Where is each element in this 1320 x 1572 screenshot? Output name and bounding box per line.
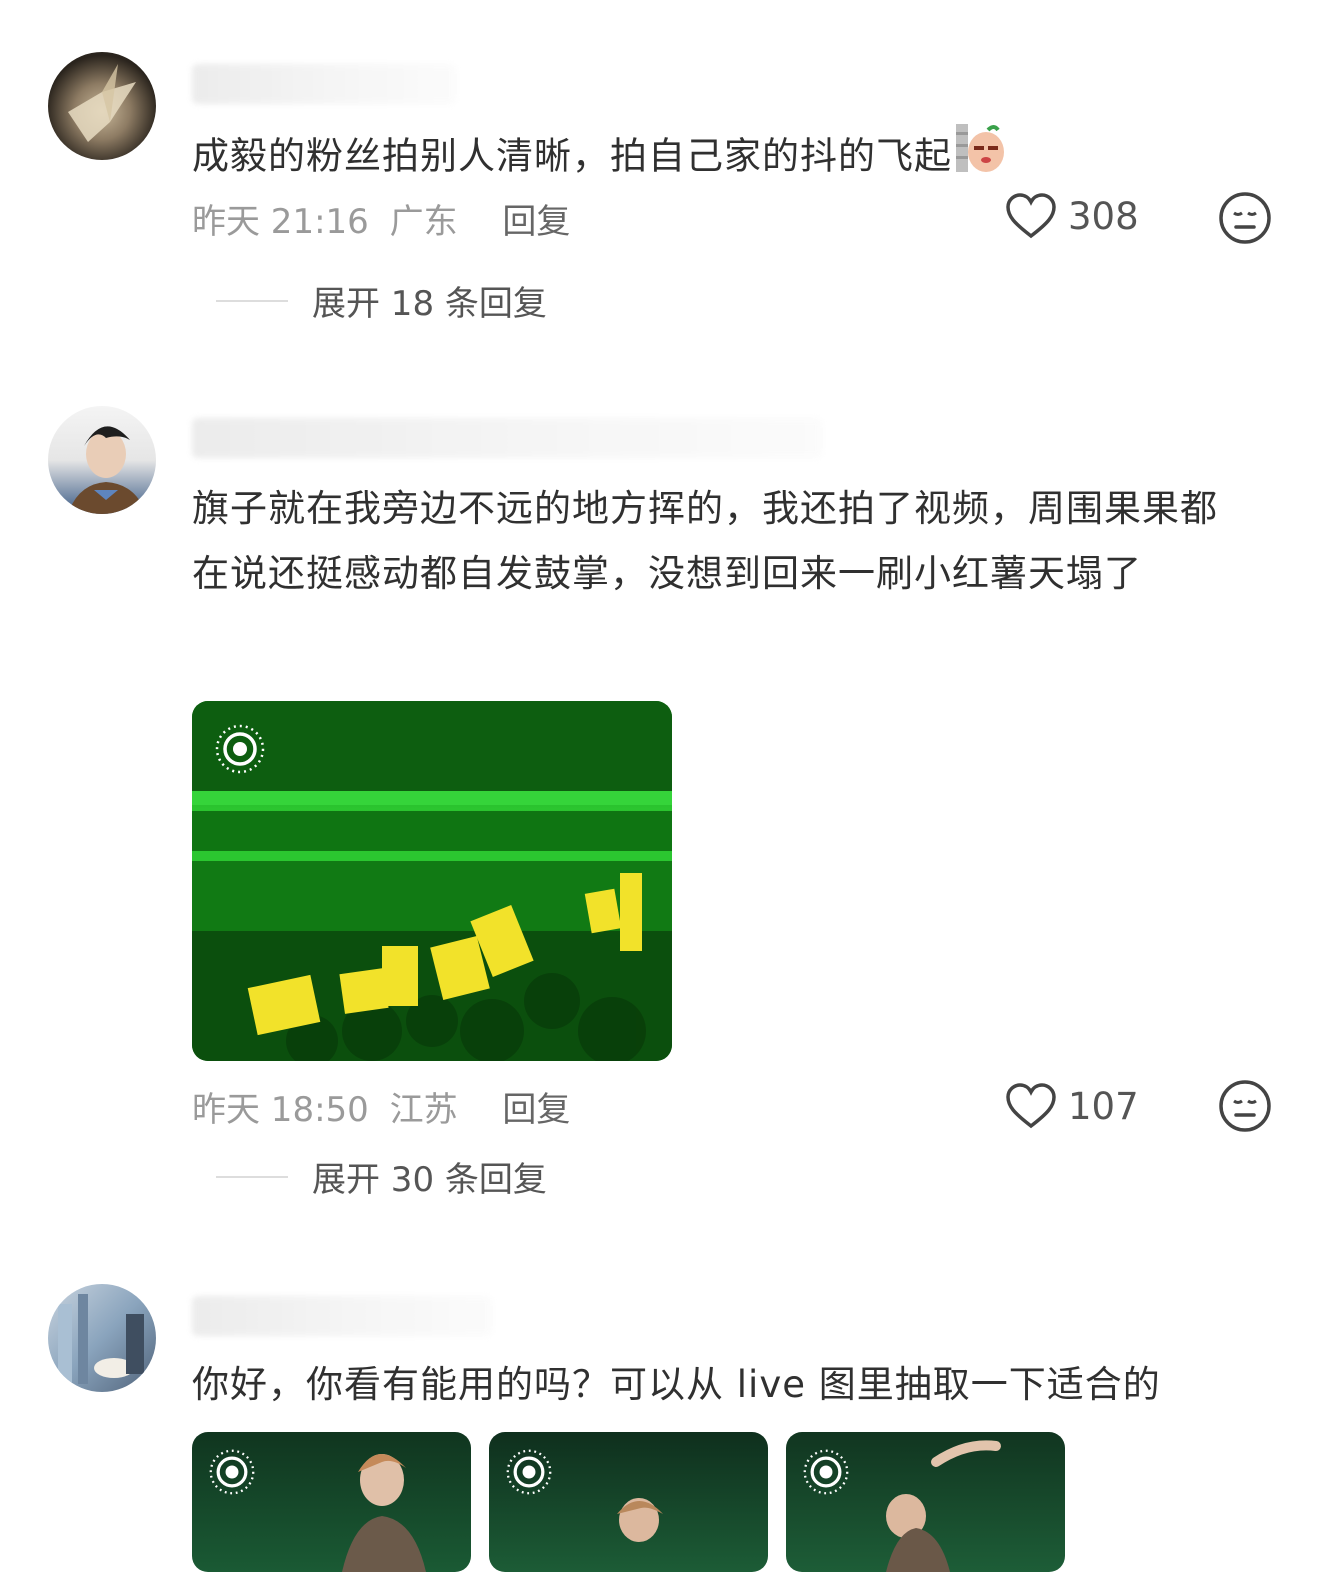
timestamp: 昨天 18:50 xyxy=(192,1090,369,1130)
live-photo-icon xyxy=(215,724,265,774)
like-button[interactable]: 308 xyxy=(1004,192,1139,240)
neutral-face-icon[interactable] xyxy=(1217,190,1273,246)
neutral-face-icon[interactable] xyxy=(1217,1078,1273,1134)
live-photo-icon xyxy=(803,1449,849,1495)
avatar[interactable] xyxy=(48,406,156,514)
paper-crane-icon xyxy=(68,64,136,142)
comment-text: 成毅的粉丝拍别人清晰，拍自己家的抖的飞起 xyxy=(192,122,1252,194)
person-photo-icon xyxy=(68,426,146,514)
comment-text: 你好，你看有能用的吗？可以从 live 图里抽取一下适合的 xyxy=(192,1363,1161,1406)
username-blurred[interactable] xyxy=(192,64,456,104)
expand-replies-label: 展开 18 条回复 xyxy=(312,284,547,324)
location: 江苏 xyxy=(389,1090,458,1130)
like-count: 308 xyxy=(1068,194,1139,238)
like-button[interactable]: 107 xyxy=(1004,1082,1139,1130)
fan-flag xyxy=(620,873,642,951)
username-blurred[interactable] xyxy=(192,418,822,458)
divider xyxy=(216,1175,288,1178)
comment-meta: 昨天 18:50 江苏 回复 xyxy=(192,1082,570,1131)
location: 广东 xyxy=(389,202,458,242)
avatar[interactable] xyxy=(48,1284,156,1392)
expand-replies[interactable]: 展开 18 条回复 xyxy=(216,276,547,325)
expand-replies-label: 展开 30 条回复 xyxy=(312,1160,547,1200)
avatar[interactable] xyxy=(48,52,156,160)
live-photo-thumbnail-3[interactable] xyxy=(786,1432,1065,1572)
heart-outline-icon xyxy=(1006,1083,1056,1129)
live-photo-icon xyxy=(506,1449,552,1495)
live-photo-icon xyxy=(209,1449,255,1495)
concert-photo[interactable] xyxy=(192,701,672,1061)
live-photo-thumbnail-2[interactable] xyxy=(489,1432,768,1572)
scenery-photo-icon xyxy=(58,1294,144,1384)
divider xyxy=(216,299,288,302)
comment-text: 旗子就在我旁边不远的地方挥的，我还拍了视频，周围果果都在说还挺感动都自发鼓掌，没… xyxy=(192,487,1218,595)
timestamp: 昨天 21:16 xyxy=(192,202,369,242)
reply-button[interactable]: 回复 xyxy=(502,202,570,242)
like-count: 107 xyxy=(1068,1084,1139,1128)
live-photo-thumbnail-1[interactable] xyxy=(192,1432,471,1572)
reply-button[interactable]: 回复 xyxy=(502,1090,570,1130)
comment-meta: 昨天 21:16 广东 回复 xyxy=(192,194,570,243)
username-blurred[interactable] xyxy=(192,1296,492,1336)
fan-flag xyxy=(382,946,418,1006)
peeking-potato-emoji-icon xyxy=(954,122,1006,194)
expand-replies[interactable]: 展开 30 条回复 xyxy=(216,1152,547,1201)
heart-outline-icon xyxy=(1006,193,1056,239)
